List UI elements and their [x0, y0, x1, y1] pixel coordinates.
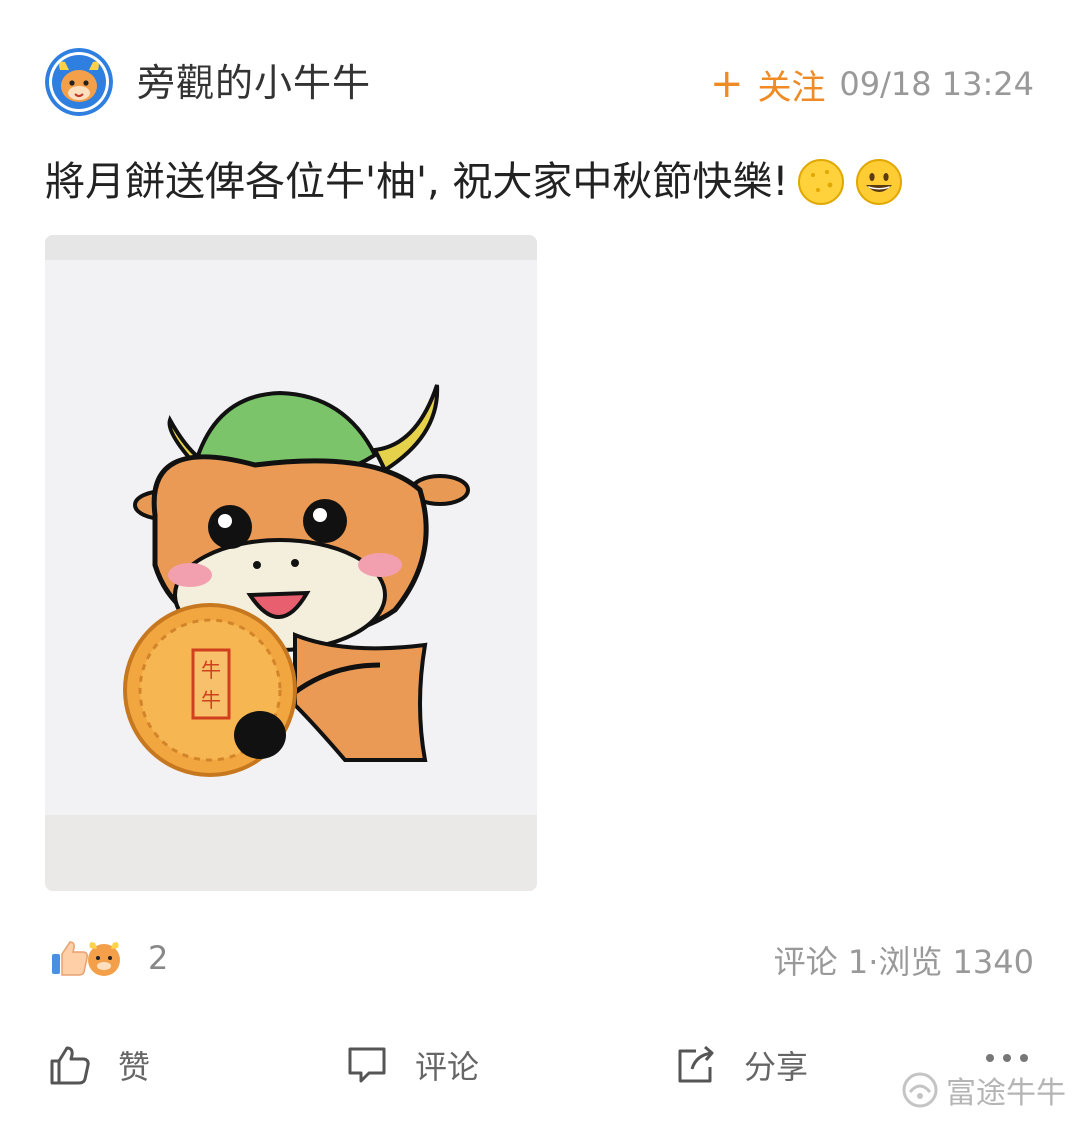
post-text-row: 將月餅送俾各位牛'柚', 祝大家中秋節快樂!: [45, 156, 904, 208]
bull-avatar-icon: [45, 48, 113, 116]
app-watermark: 富途牛牛: [900, 1068, 1066, 1112]
mooncake-emoji-icon: [798, 159, 845, 205]
watermark-text: 富途牛牛: [946, 1076, 1066, 1111]
thumbs-up-icon: [50, 1046, 90, 1085]
post-timestamp: 09/18 13:24: [839, 65, 1034, 103]
comment-button[interactable]: 评论: [345, 1040, 479, 1090]
grinning-face-emoji-icon: [856, 159, 903, 205]
bull-reaction-icon: [88, 942, 120, 976]
reactions-summary[interactable]: 2: [48, 936, 168, 980]
cartoon-bull-drawing-image: 牛 牛: [45, 235, 537, 891]
share-button[interactable]: 分享: [674, 1040, 808, 1090]
post-text: 將月餅送俾各位牛'柚', 祝大家中秋節快樂!: [45, 159, 789, 205]
reaction-count: 2: [148, 939, 169, 977]
svg-text:牛: 牛: [201, 658, 221, 682]
plus-icon: +: [710, 61, 744, 107]
like-button[interactable]: 赞: [48, 1040, 150, 1090]
post-image[interactable]: 牛 牛: [45, 235, 537, 891]
comment-bubble-icon: [348, 1047, 386, 1083]
comments-views-stats: 评论 1·浏览 1340: [773, 943, 1034, 981]
author-name[interactable]: 旁觀的小牛牛: [137, 60, 371, 106]
post-detail-page: 旁觀的小牛牛 + 关注 09/18 13:24 將月餅送俾各位牛'柚', 祝大家…: [0, 0, 1080, 1124]
share-icon: [678, 1045, 714, 1083]
like-label: 赞: [118, 1048, 151, 1086]
svg-text:牛: 牛: [201, 688, 221, 712]
comment-label: 评论: [415, 1048, 480, 1086]
follow-button[interactable]: + 关注: [710, 61, 826, 108]
more-options-icon[interactable]: [986, 1054, 1028, 1062]
share-label: 分享: [744, 1048, 809, 1086]
futu-logo-icon: [902, 1072, 938, 1108]
author-avatar[interactable]: [45, 48, 113, 116]
follow-label: 关注: [757, 67, 826, 108]
